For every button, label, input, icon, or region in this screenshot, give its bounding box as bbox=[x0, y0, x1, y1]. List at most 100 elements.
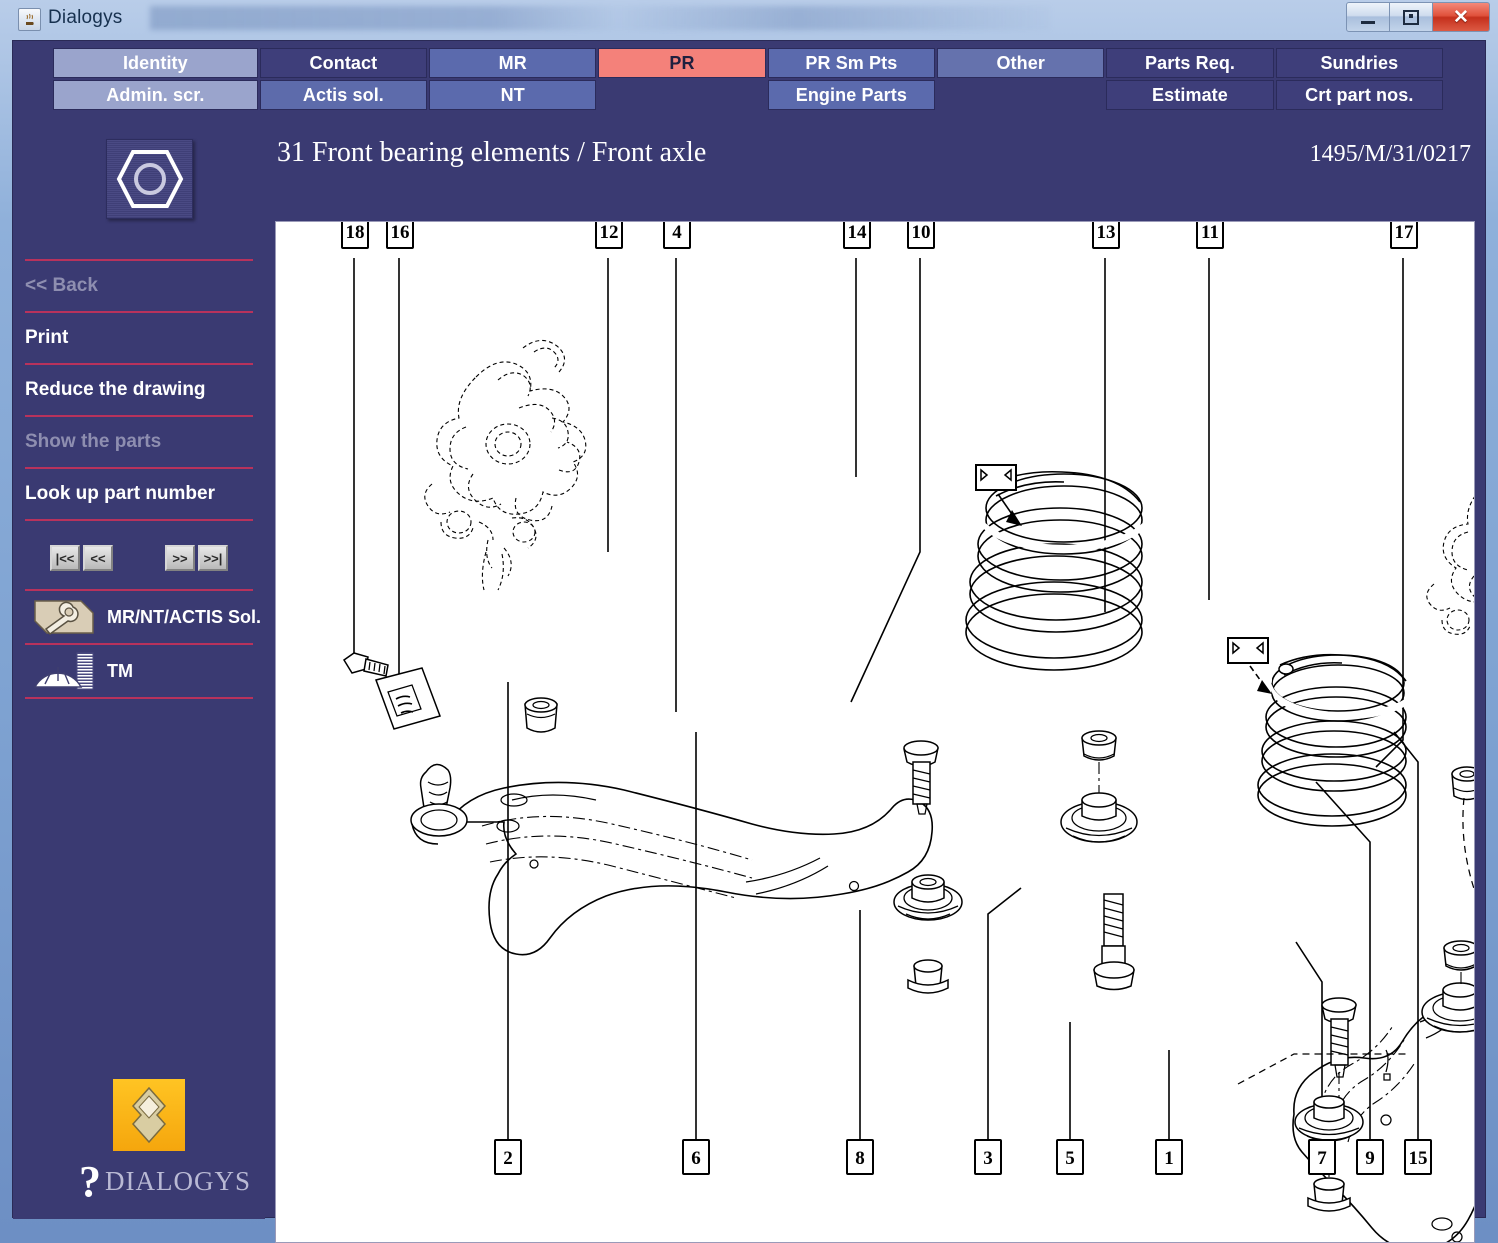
dialogys-wordmark: ? DIALOGYS bbox=[79, 1157, 251, 1206]
minimize-icon[interactable] bbox=[1346, 2, 1390, 32]
sidebar-tool-mr-nt-actis-sol[interactable]: MR/NT/ACTIS Sol. bbox=[13, 591, 265, 643]
svg-text:1: 1 bbox=[1164, 1148, 1174, 1169]
svg-text:16: 16 bbox=[391, 222, 410, 243]
sidebar-divider bbox=[25, 519, 253, 521]
content-pane: 31 Front bearing elements / Front axle 1… bbox=[265, 119, 1487, 1243]
pager-spacer bbox=[116, 545, 162, 571]
front-axle-exploded-diagram: .ln{stroke:#000;stroke-width:1.6;fill:no… bbox=[341, 222, 1474, 1242]
svg-text:12: 12 bbox=[600, 222, 619, 243]
callout-1[interactable]: 1 bbox=[1155, 1139, 1183, 1175]
page-reference: 1495/M/31/0217 bbox=[1309, 141, 1471, 167]
window-controls: ✕ bbox=[1346, 2, 1490, 32]
close-icon[interactable]: ✕ bbox=[1433, 2, 1490, 32]
pager-prev-button[interactable]: << bbox=[83, 545, 113, 571]
java-coffee-icon bbox=[18, 8, 41, 31]
sidebar-item-print[interactable]: Print bbox=[13, 313, 265, 363]
callout-8[interactable]: 8 bbox=[846, 1139, 874, 1175]
renault-diamond-icon bbox=[113, 1079, 185, 1151]
callout-13[interactable]: 13 bbox=[1092, 222, 1120, 249]
tab-admin-scr[interactable]: Admin. scr. bbox=[53, 80, 258, 110]
svg-text:11: 11 bbox=[1201, 222, 1219, 243]
callout-4[interactable]: 4 bbox=[663, 222, 691, 249]
tab-bar: Identity Contact MR PR PR Sm Pts Other P… bbox=[53, 48, 1444, 112]
tab-placeholder-2 bbox=[937, 80, 1104, 110]
callout-15[interactable]: 15 bbox=[1404, 1139, 1432, 1175]
callout-3[interactable]: 3 bbox=[974, 1139, 1002, 1175]
svg-text:10: 10 bbox=[912, 222, 931, 243]
svg-text:3: 3 bbox=[983, 1148, 993, 1169]
page-title: 31 Front bearing elements / Front axle bbox=[277, 137, 707, 168]
wrench-icon bbox=[33, 597, 95, 637]
svg-text:15: 15 bbox=[1409, 1148, 1428, 1169]
protractor-icon bbox=[33, 651, 95, 691]
callout-11[interactable]: 11 bbox=[1196, 222, 1224, 249]
tab-engine-parts[interactable]: Engine Parts bbox=[767, 80, 936, 110]
sidebar-item-label: << Back bbox=[25, 275, 98, 296]
svg-text:17: 17 bbox=[1395, 222, 1415, 243]
tab-pr-sm-pts[interactable]: PR Sm Pts bbox=[767, 48, 936, 78]
page-title-bar: 31 Front bearing elements / Front axle 1… bbox=[277, 137, 1471, 171]
tab-crt-part-nos[interactable]: Crt part nos. bbox=[1275, 80, 1443, 110]
callout-10[interactable]: 10 bbox=[907, 222, 935, 249]
tab-sundries[interactable]: Sundries bbox=[1275, 48, 1444, 78]
callout-9[interactable]: 9 bbox=[1356, 1139, 1384, 1175]
callout-16[interactable]: 16 bbox=[386, 222, 414, 249]
title-bar-blurred-text bbox=[150, 6, 1050, 30]
tab-contact[interactable]: Contact bbox=[259, 48, 428, 78]
maximize-icon[interactable] bbox=[1390, 2, 1433, 32]
callout-18[interactable]: 18 bbox=[341, 222, 369, 249]
dialogys-text: DIALOGYS bbox=[105, 1166, 251, 1197]
sidebar-tool-tm[interactable]: TM bbox=[13, 645, 265, 697]
callout-14[interactable]: 14 bbox=[843, 222, 871, 249]
pager-first-button[interactable]: |<< bbox=[50, 545, 80, 571]
pager-controls: |<< << >> >>| bbox=[13, 537, 265, 579]
tab-placeholder-1 bbox=[598, 80, 765, 110]
callout-12[interactable]: 12 bbox=[595, 222, 623, 249]
svg-text:8: 8 bbox=[855, 1148, 865, 1169]
callout-2[interactable]: 2 bbox=[494, 1139, 522, 1175]
pager-last-button[interactable]: >>| bbox=[198, 545, 228, 571]
application-window: Dialogys ✕ Identity Contact MR PR PR Sm … bbox=[0, 0, 1498, 1243]
tab-estimate[interactable]: Estimate bbox=[1106, 80, 1274, 110]
callout-5[interactable]: 5 bbox=[1056, 1139, 1084, 1175]
sidebar-menu: << Back Print Reduce the drawing Show th… bbox=[13, 259, 265, 521]
svg-text:14: 14 bbox=[848, 222, 868, 243]
app-body: Identity Contact MR PR PR Sm Pts Other P… bbox=[12, 40, 1487, 1243]
svg-text:9: 9 bbox=[1365, 1148, 1375, 1169]
tab-other[interactable]: Other bbox=[937, 48, 1105, 78]
tab-parts-req[interactable]: Parts Req. bbox=[1106, 48, 1274, 78]
tab-row-primary: Identity Contact MR PR PR Sm Pts Other P… bbox=[53, 48, 1444, 78]
pager-next-button[interactable]: >> bbox=[165, 545, 195, 571]
sidebar-item-label: Look up part number bbox=[25, 483, 215, 504]
sidebar: << Back Print Reduce the drawing Show th… bbox=[13, 119, 265, 1219]
sidebar-tool-label: MR/NT/ACTIS Sol. bbox=[107, 606, 261, 627]
hex-nut-icon bbox=[106, 139, 193, 219]
sidebar-item-show-the-parts[interactable]: Show the parts bbox=[13, 417, 265, 467]
svg-text:18: 18 bbox=[346, 222, 365, 243]
svg-text:13: 13 bbox=[1097, 222, 1116, 243]
svg-text:5: 5 bbox=[1065, 1148, 1075, 1169]
sidebar-item-back[interactable]: << Back bbox=[13, 261, 265, 311]
sidebar-divider bbox=[25, 697, 253, 699]
tab-pr[interactable]: PR bbox=[598, 48, 766, 78]
tab-identity[interactable]: Identity bbox=[53, 48, 258, 78]
tab-nt[interactable]: NT bbox=[429, 80, 597, 110]
callout-7[interactable]: 7 bbox=[1308, 1139, 1336, 1175]
sidebar-item-label: Print bbox=[25, 327, 69, 348]
tab-actis-sol[interactable]: Actis sol. bbox=[259, 80, 428, 110]
callout-17[interactable]: 17 bbox=[1390, 222, 1418, 249]
question-mark-icon: ? bbox=[79, 1157, 101, 1206]
svg-text:2: 2 bbox=[503, 1148, 513, 1169]
sidebar-item-label: Show the parts bbox=[25, 431, 162, 452]
sidebar-tools: MR/NT/ACTIS Sol. TM bbox=[13, 589, 265, 699]
title-bar: Dialogys ✕ bbox=[0, 0, 1498, 36]
svg-text:4: 4 bbox=[672, 222, 682, 243]
svg-text:6: 6 bbox=[691, 1148, 701, 1169]
sidebar-item-reduce-the-drawing[interactable]: Reduce the drawing bbox=[13, 365, 265, 415]
sidebar-item-look-up-part-number[interactable]: Look up part number bbox=[13, 469, 265, 519]
drawing-canvas[interactable]: .ln{stroke:#000;stroke-width:1.6;fill:no… bbox=[275, 221, 1475, 1243]
sidebar-tool-label: TM bbox=[107, 660, 133, 681]
window-title: Dialogys bbox=[48, 7, 123, 28]
tab-mr[interactable]: MR bbox=[429, 48, 597, 78]
callout-6[interactable]: 6 bbox=[682, 1139, 710, 1175]
